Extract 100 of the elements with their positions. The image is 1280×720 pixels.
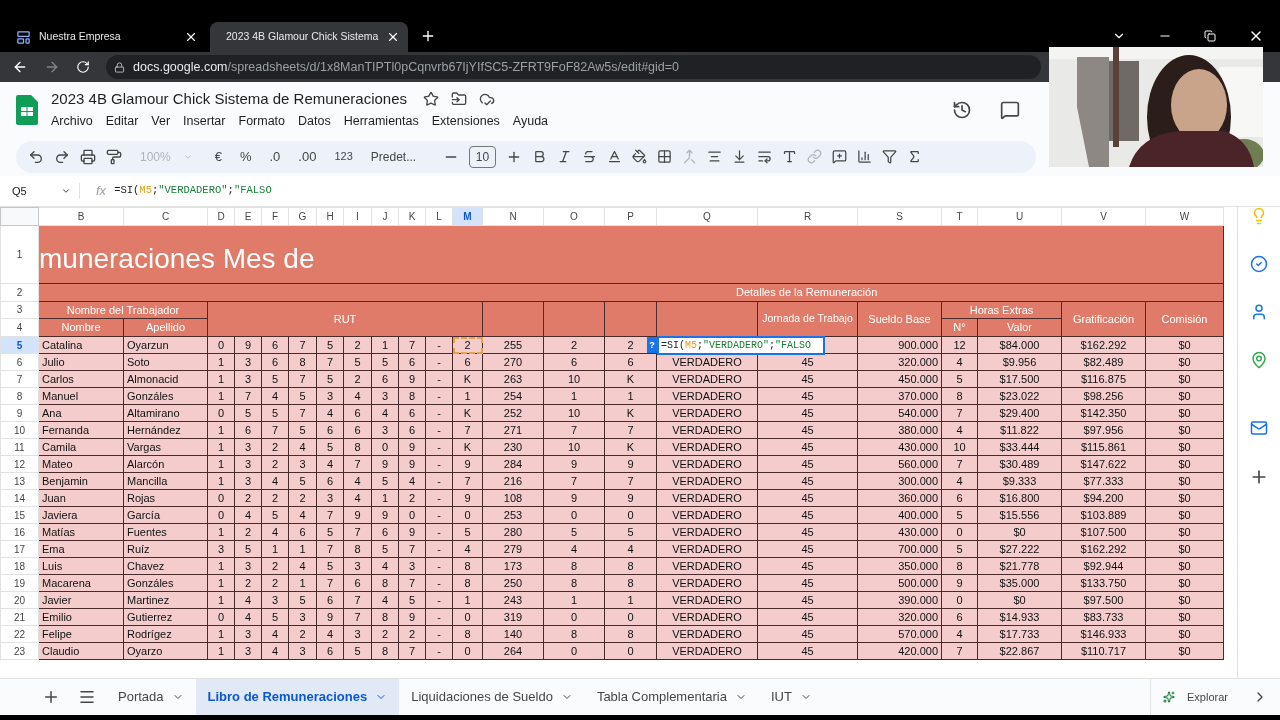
- all-sheets-icon[interactable]: [78, 688, 96, 706]
- back-icon[interactable]: [12, 59, 28, 75]
- column-header[interactable]: D: [207, 207, 235, 226]
- column-header[interactable]: O: [543, 207, 605, 226]
- history-icon[interactable]: [952, 99, 972, 120]
- row-number[interactable]: 7: [0, 370, 39, 388]
- borders-icon[interactable]: [657, 149, 673, 164]
- column-header[interactable]: W: [1145, 207, 1224, 226]
- undo-icon[interactable]: [28, 148, 44, 165]
- row-number[interactable]: 12: [0, 455, 39, 473]
- restore-icon[interactable]: [1204, 30, 1216, 42]
- sheet-tab[interactable]: Liquidaciones de Sueldo: [399, 678, 585, 716]
- cloud-icon[interactable]: [479, 91, 495, 108]
- menu-item[interactable]: Extensiones: [431, 112, 500, 132]
- close-icon[interactable]: [184, 30, 198, 44]
- menu-item[interactable]: Ayuda: [512, 112, 549, 132]
- star-icon[interactable]: [423, 91, 439, 108]
- reload-icon[interactable]: [76, 60, 90, 74]
- column-header[interactable]: F: [261, 207, 289, 226]
- column-header[interactable]: C: [123, 207, 208, 226]
- row-number[interactable]: 21: [0, 608, 39, 626]
- row-number[interactable]: 8: [0, 387, 39, 405]
- rotate-text-icon[interactable]: [782, 149, 798, 164]
- column-header[interactable]: J: [371, 207, 399, 226]
- column-header[interactable]: E: [234, 207, 262, 226]
- wrap-icon[interactable]: [757, 149, 773, 164]
- menu-item[interactable]: Herramientas: [343, 112, 419, 132]
- row-number[interactable]: 9: [0, 404, 39, 422]
- row-number[interactable]: 19: [0, 574, 39, 592]
- sheet-tab[interactable]: Portada: [106, 678, 196, 716]
- row-number[interactable]: 6: [0, 353, 39, 371]
- add-comment-icon[interactable]: [832, 149, 848, 164]
- column-header[interactable]: T: [941, 207, 978, 226]
- menu-item[interactable]: Formato: [238, 112, 286, 132]
- row-number[interactable]: 13: [0, 472, 39, 490]
- row-number[interactable]: 17: [0, 540, 39, 558]
- column-header[interactable]: R: [757, 207, 858, 226]
- row-number[interactable]: 2: [0, 283, 39, 301]
- column-header[interactable]: N: [482, 207, 544, 226]
- increase-decimals-button[interactable]: .00: [294, 146, 321, 167]
- column-header[interactable]: H: [316, 207, 344, 226]
- cell-editor[interactable]: =SI(M5;"VERDADERO";"FALSO: [657, 336, 825, 355]
- new-tab-icon[interactable]: [420, 28, 436, 44]
- menu-item[interactable]: Editar: [105, 112, 139, 132]
- strikethrough-icon[interactable]: [582, 149, 598, 164]
- address-bar[interactable]: docs.google.com/spreadsheets/d/1x8ManTIPTl0pCqnvrb67IjYIfSC5-ZFRT9FoF82Aw5s/edit#gid=0: [106, 55, 1041, 79]
- row-number[interactable]: 18: [0, 557, 39, 575]
- maps-icon[interactable]: [1250, 351, 1268, 369]
- row-number[interactable]: 14: [0, 489, 39, 507]
- chart-icon[interactable]: [857, 149, 873, 164]
- filter-icon[interactable]: [882, 149, 898, 164]
- number-format-button[interactable]: 123: [330, 148, 357, 165]
- fill-color-icon[interactable]: [632, 149, 648, 164]
- decrease-decimals-button[interactable]: .0: [265, 146, 285, 167]
- row-number[interactable]: 16: [0, 523, 39, 541]
- paint-format-icon[interactable]: [106, 148, 122, 165]
- contacts-icon[interactable]: [1250, 303, 1268, 321]
- percent-button[interactable]: %: [235, 146, 256, 167]
- menu-item[interactable]: Archivo: [51, 112, 93, 132]
- tasks-icon[interactable]: [1250, 255, 1268, 273]
- mail-icon[interactable]: [1250, 419, 1268, 437]
- redo-icon[interactable]: [54, 148, 70, 165]
- row-number[interactable]: 22: [0, 625, 39, 643]
- forward-icon[interactable]: [44, 59, 60, 75]
- menu-item[interactable]: Ver: [151, 112, 171, 132]
- print-icon[interactable]: [80, 148, 96, 165]
- move-icon[interactable]: [451, 91, 467, 108]
- text-color-icon[interactable]: [607, 149, 623, 164]
- comment-icon[interactable]: [1000, 99, 1020, 120]
- row-number[interactable]: 10: [0, 421, 39, 439]
- currency-button[interactable]: €: [210, 146, 226, 167]
- align-icon[interactable]: [707, 149, 723, 164]
- sheet-tab[interactable]: Tabla Complementaria: [584, 678, 759, 716]
- column-header[interactable]: M: [452, 207, 483, 226]
- font-size-field[interactable]: 10: [468, 145, 497, 168]
- sheet-tab[interactable]: Libro de Remuneraciones: [195, 678, 400, 716]
- column-header[interactable]: B: [38, 207, 124, 226]
- column-header[interactable]: G: [288, 207, 317, 226]
- column-header[interactable]: I: [343, 207, 372, 226]
- font-select[interactable]: Predet...: [366, 147, 433, 166]
- column-header[interactable]: K: [398, 207, 426, 226]
- column-header[interactable]: V: [1061, 207, 1146, 226]
- row-number[interactable]: 4: [0, 318, 39, 337]
- row-number[interactable]: 1: [0, 225, 39, 284]
- name-box[interactable]: Q5: [0, 182, 80, 200]
- column-header[interactable]: Q: [656, 207, 758, 226]
- browser-tab[interactable]: 2023 4B Glamour Chick Sistema: [210, 22, 408, 52]
- column-header[interactable]: U: [977, 207, 1062, 226]
- column-header[interactable]: S: [857, 207, 942, 226]
- row-number[interactable]: 3: [0, 301, 39, 319]
- help-badge[interactable]: ?: [647, 337, 657, 353]
- formula-field[interactable]: =SI(M5;"VERDADERO";"FALSO: [114, 183, 272, 199]
- add-sheet-icon[interactable]: [42, 688, 60, 706]
- row-number[interactable]: 11: [0, 438, 39, 456]
- italic-icon[interactable]: [557, 149, 573, 164]
- menu-item[interactable]: Datos: [298, 112, 331, 132]
- column-header[interactable]: L: [425, 207, 453, 226]
- sheet-tab[interactable]: IUT: [758, 678, 824, 716]
- row-number[interactable]: 15: [0, 506, 39, 524]
- row-number[interactable]: 20: [0, 591, 39, 609]
